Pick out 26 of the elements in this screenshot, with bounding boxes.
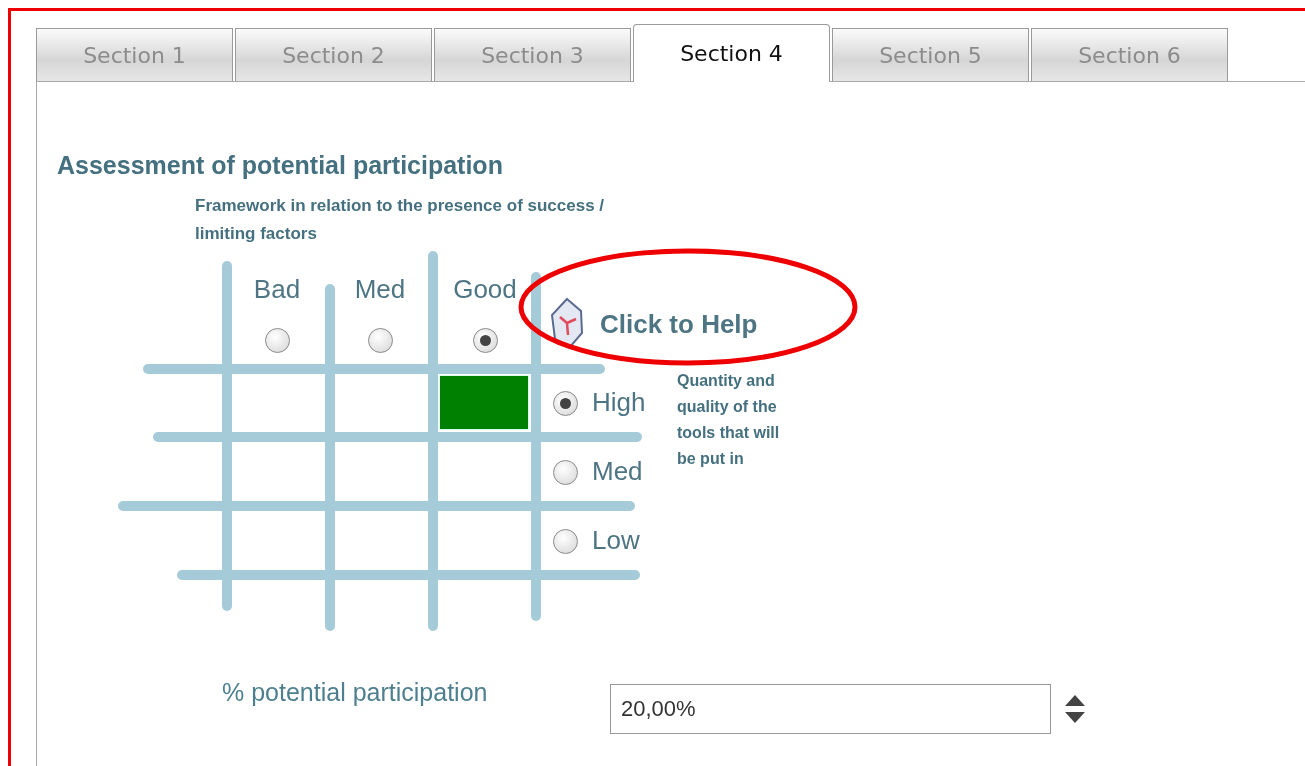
column-label: Good — [452, 274, 518, 304]
radio-button[interactable] — [368, 328, 393, 353]
participation-input[interactable]: 20,00% — [610, 684, 1051, 734]
field-label: % potential participation — [222, 677, 489, 709]
radio-button[interactable] — [553, 529, 578, 554]
tab[interactable]: Section 2 — [235, 28, 432, 81]
tab[interactable]: Section 3 — [434, 28, 631, 81]
row-label: Med — [592, 456, 643, 486]
row-label: Low — [592, 525, 640, 555]
section-heading: Assessment of potential participation — [57, 150, 504, 180]
spin-up-icon[interactable] — [1065, 694, 1085, 706]
row-label: High — [592, 387, 646, 417]
spin-down-icon[interactable] — [1065, 712, 1085, 724]
subheading: Framework in relation to the presence of success / limiting factors — [195, 195, 606, 245]
axis-description: Quantity and quality of the tools that will be put in — [677, 371, 781, 469]
help-link[interactable]: Click to Help — [600, 305, 758, 344]
tab[interactable]: Section 1 — [36, 28, 233, 81]
radio-button[interactable] — [553, 460, 578, 485]
radio-button[interactable] — [265, 328, 290, 353]
column-label: Med — [353, 274, 407, 304]
tab[interactable]: Section 5 — [832, 28, 1029, 81]
radio-button[interactable] — [553, 391, 578, 416]
radio-button[interactable] — [473, 328, 498, 353]
tab[interactable]: Section 6 — [1031, 28, 1228, 81]
column-label: Bad — [252, 274, 302, 304]
tab[interactable]: Section 4 — [633, 24, 830, 82]
